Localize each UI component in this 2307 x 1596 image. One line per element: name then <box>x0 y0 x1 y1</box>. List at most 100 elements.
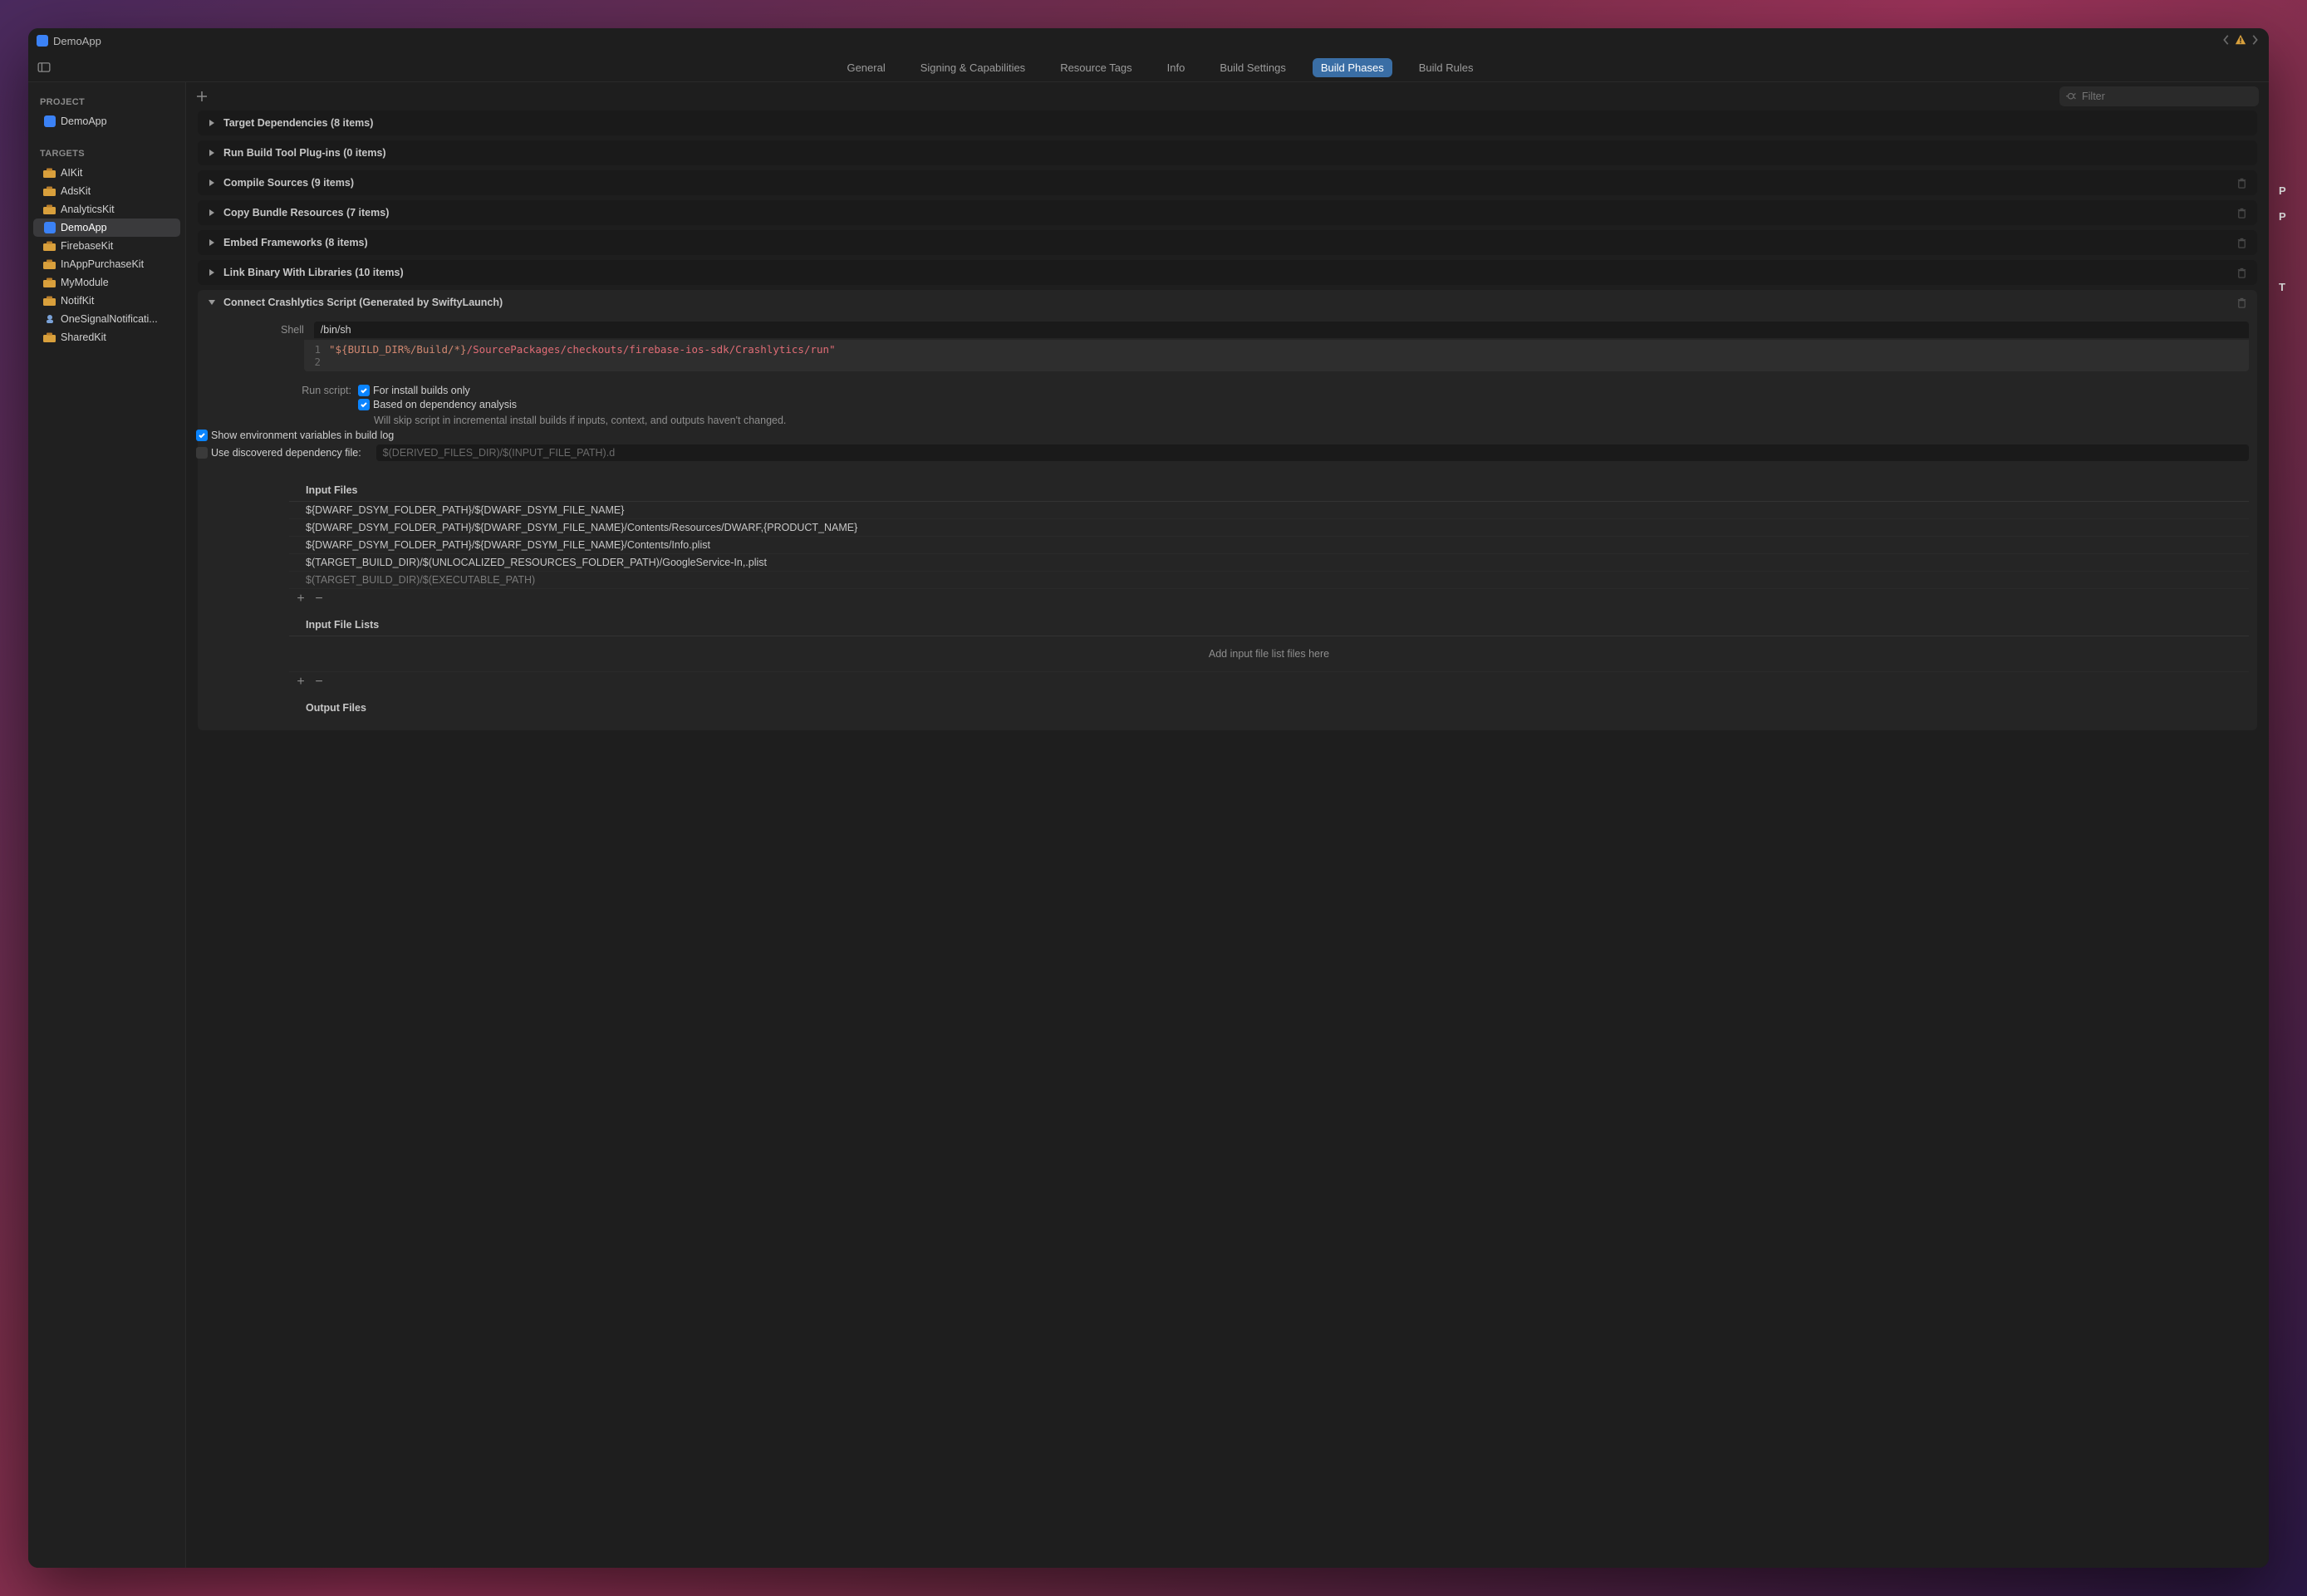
phase-row: Compile Sources (9 items) <box>198 170 2257 195</box>
input-file-row[interactable]: $(TARGET_BUILD_DIR)/$(UNLOCALIZED_RESOUR… <box>289 554 2249 572</box>
target-item-onesignalnotificati-[interactable]: OneSignalNotificati... <box>33 310 180 328</box>
phase-title: Target Dependencies (8 items) <box>223 117 373 129</box>
phase-row: Target Dependencies (8 items) <box>198 110 2257 135</box>
checkbox-show-env[interactable] <box>196 430 208 441</box>
sidebar-toggle-icon[interactable] <box>37 60 52 75</box>
add-phase-button[interactable] <box>196 91 208 102</box>
trash-icon[interactable] <box>2236 268 2247 278</box>
filter-input[interactable] <box>2082 91 2252 102</box>
phase-header[interactable]: Copy Bundle Resources (7 items) <box>198 200 2257 225</box>
phase-header[interactable]: Link Binary With Libraries (10 items) <box>198 260 2257 285</box>
app-icon <box>37 35 48 47</box>
app-project-icon <box>43 116 56 126</box>
input-file-row[interactable]: $(TARGET_BUILD_DIR)/$(EXECUTABLE_PATH) <box>289 572 2249 589</box>
input-file-lists-placeholder[interactable]: Add input file list files here <box>289 636 2249 672</box>
framework-icon <box>43 259 56 269</box>
dep-analysis-note: Will skip script in incremental install … <box>358 413 786 426</box>
trash-icon[interactable] <box>2236 208 2247 219</box>
target-label: InAppPurchaseKit <box>61 258 144 270</box>
line-number: 2 <box>304 356 329 368</box>
right-strip-label: P <box>2270 178 2307 204</box>
opt-install-only-label: For install builds only <box>373 385 470 396</box>
framework-icon <box>43 332 56 342</box>
chevron-down-icon <box>208 298 216 307</box>
target-item-aikit[interactable]: AIKit <box>33 164 180 182</box>
target-label: MyModule <box>61 277 109 288</box>
target-item-firebasekit[interactable]: FirebaseKit <box>33 237 180 255</box>
target-item-analyticskit[interactable]: AnalyticsKit <box>33 200 180 219</box>
phase-title: Compile Sources (9 items) <box>223 177 354 189</box>
output-files-header: Output Files <box>289 697 2249 719</box>
tabs-bar: General Signing & Capabilities Resource Ta… <box>28 53 2269 81</box>
target-item-sharedkit[interactable]: SharedKit <box>33 328 180 346</box>
app-icon <box>43 223 56 233</box>
chevron-right-icon <box>208 209 216 217</box>
input-file-row[interactable]: ${DWARF_DSYM_FOLDER_PATH}/${DWARF_DSYM_F… <box>289 537 2249 554</box>
trash-icon[interactable] <box>2236 238 2247 248</box>
phase-header[interactable]: Connect Crashlytics Script (Generated by… <box>198 290 2257 315</box>
trash-icon[interactable] <box>2236 178 2247 189</box>
tab-info[interactable]: Info <box>1159 58 1194 77</box>
app-title: DemoApp <box>53 35 2221 47</box>
remove-input-file-list-button[interactable]: − <box>312 676 326 690</box>
tab-resource-tags[interactable]: Resource Tags <box>1052 58 1140 77</box>
phase-title: Connect Crashlytics Script (Generated by… <box>223 297 503 308</box>
remove-input-file-button[interactable]: − <box>312 593 326 606</box>
phase-row: Link Binary With Libraries (10 items) <box>198 260 2257 285</box>
line-number: 1 <box>304 343 329 356</box>
nav-back-icon[interactable] <box>2221 34 2232 48</box>
dep-file-input[interactable]: $(DERIVED_FILES_DIR)/$(INPUT_FILE_PATH).… <box>376 444 2249 461</box>
tab-build-rules[interactable]: Build Rules <box>1411 58 1482 77</box>
target-label: AdsKit <box>61 185 91 197</box>
target-label: NotifKit <box>61 295 94 307</box>
warning-icon[interactable] <box>2235 34 2246 48</box>
add-input-file-button[interactable]: + <box>294 593 307 606</box>
input-files-header: Input Files <box>289 479 2249 502</box>
target-item-adskit[interactable]: AdsKit <box>33 182 180 200</box>
nav-forward-icon[interactable] <box>2249 34 2260 48</box>
checkbox-dep-analysis[interactable] <box>358 399 370 410</box>
project-item[interactable]: DemoApp <box>33 112 180 130</box>
tab-signing-capabilities[interactable]: Signing & Capabilities <box>912 58 1033 77</box>
shell-input[interactable] <box>314 322 2249 338</box>
trash-icon[interactable] <box>2236 297 2247 308</box>
opt-dep-analysis-label: Based on dependency analysis <box>373 399 517 410</box>
framework-icon <box>43 186 56 196</box>
phase-header[interactable]: Embed Frameworks (8 items) <box>198 230 2257 255</box>
script-editor[interactable]: 1 "${BUILD_DIR%/Build/*}/SourcePackages/… <box>304 340 2249 371</box>
checkbox-use-dep-file[interactable] <box>196 447 208 459</box>
phase-row: Run Build Tool Plug-ins (0 items) <box>198 140 2257 165</box>
framework-icon <box>43 277 56 287</box>
chevron-right-icon <box>208 179 216 187</box>
input-file-row[interactable]: ${DWARF_DSYM_FOLDER_PATH}/${DWARF_DSYM_F… <box>289 502 2249 519</box>
target-label: AnalyticsKit <box>61 204 115 215</box>
target-label: FirebaseKit <box>61 240 113 252</box>
tab-build-settings[interactable]: Build Settings <box>1211 58 1294 77</box>
checkbox-install-only[interactable] <box>358 385 370 396</box>
filter-icon <box>2066 91 2077 102</box>
phase-header[interactable]: Target Dependencies (8 items) <box>198 110 2257 135</box>
target-item-demoapp[interactable]: DemoApp <box>33 219 180 237</box>
target-label: SharedKit <box>61 331 106 343</box>
titlebar: DemoApp <box>28 28 2269 53</box>
target-item-notifkit[interactable]: NotifKit <box>33 292 180 310</box>
target-item-inapppurchasekit[interactable]: InAppPurchaseKit <box>33 255 180 273</box>
add-input-file-list-button[interactable]: + <box>294 676 307 690</box>
input-file-row[interactable]: ${DWARF_DSYM_FOLDER_PATH}/${DWARF_DSYM_F… <box>289 519 2249 537</box>
phase-crashlytics-script: Connect Crashlytics Script (Generated by… <box>198 290 2257 730</box>
tab-general[interactable]: General <box>838 58 893 77</box>
target-label: OneSignalNotificati... <box>61 313 158 325</box>
run-script-label: Run script: <box>302 385 351 396</box>
target-item-mymodule[interactable]: MyModule <box>33 273 180 292</box>
filter-field[interactable] <box>2059 86 2259 106</box>
tab-build-phases[interactable]: Build Phases <box>1313 58 1392 77</box>
target-label: AIKit <box>61 167 82 179</box>
chevron-right-icon <box>208 119 216 127</box>
framework-icon <box>43 296 56 306</box>
project-header: PROJECT <box>28 91 185 112</box>
phase-header[interactable]: Run Build Tool Plug-ins (0 items) <box>198 140 2257 165</box>
chevron-right-icon <box>208 238 216 247</box>
opt-use-dep-file-label: Use discovered dependency file: <box>211 447 361 459</box>
framework-icon <box>43 204 56 214</box>
phase-header[interactable]: Compile Sources (9 items) <box>198 170 2257 195</box>
